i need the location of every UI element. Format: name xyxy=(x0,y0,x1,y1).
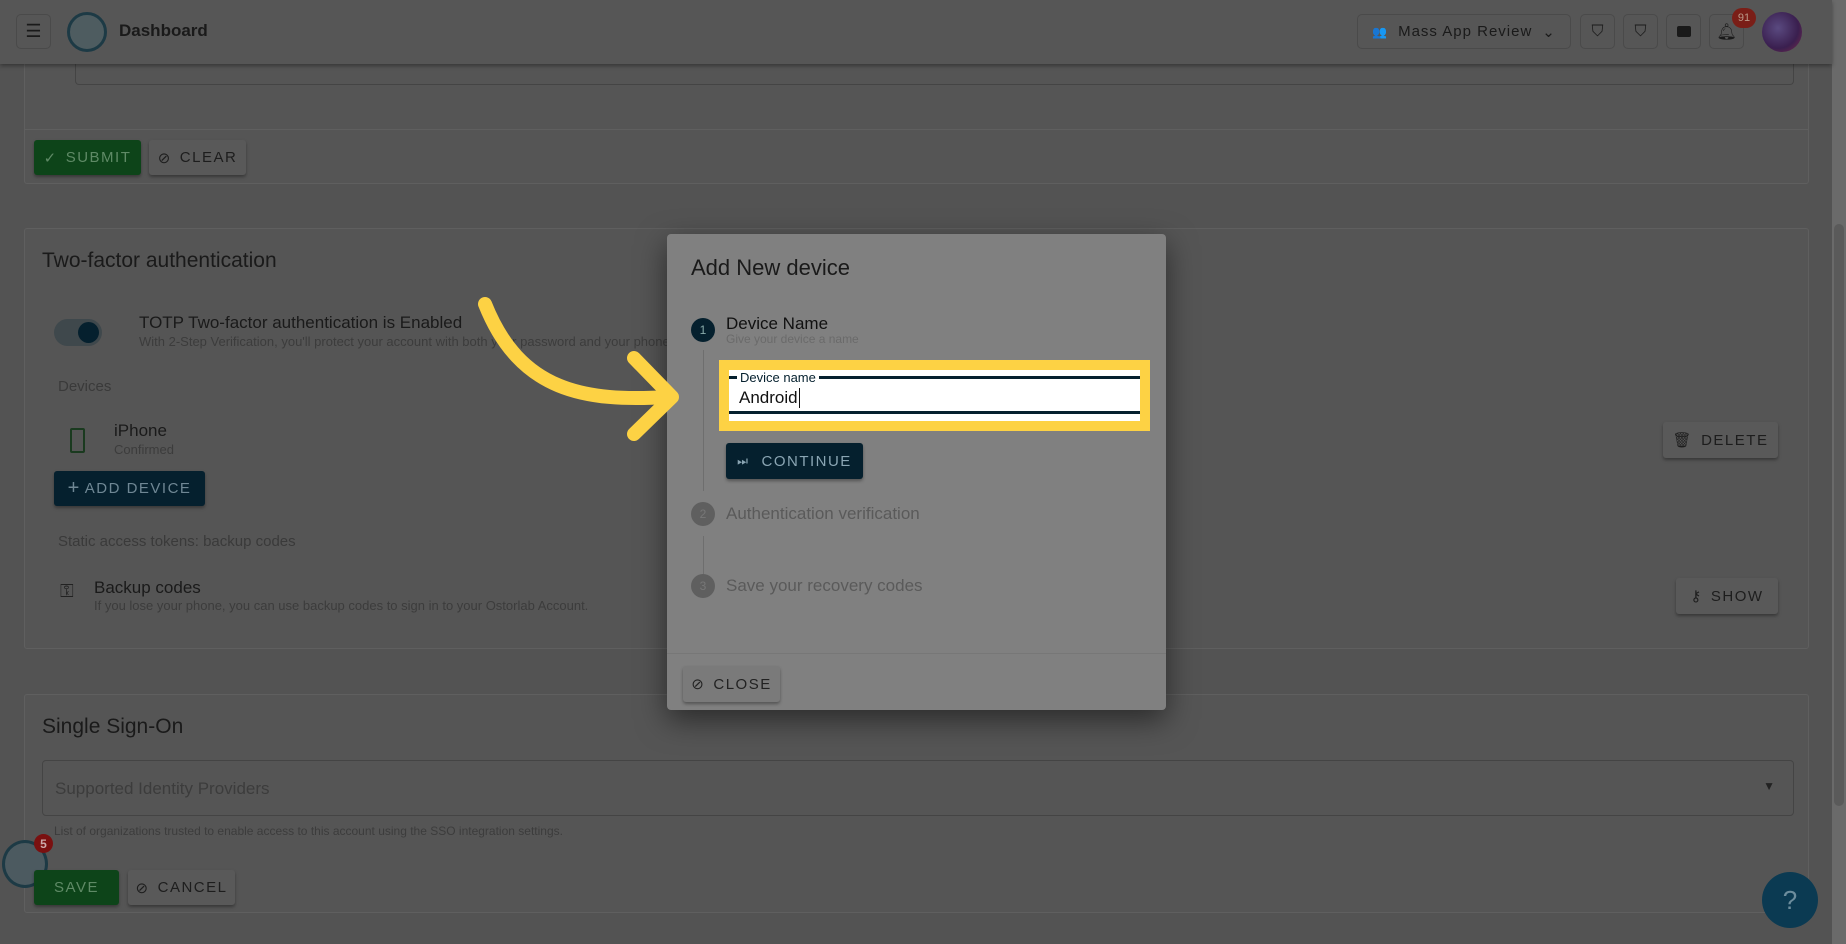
device-status: Confirmed xyxy=(114,442,174,457)
add-device-dialog: Add New device 1 Device Name Give your d… xyxy=(667,234,1166,710)
step-2-indicator: 2 xyxy=(691,502,715,526)
totp-title: TOTP Two-factor authentication is Enable… xyxy=(139,313,463,332)
backup-codes-subtitle: If you lose your phone, you can use back… xyxy=(94,598,589,613)
continue-button[interactable]: ⏭︎ CONTINUE xyxy=(726,443,863,479)
top-app-bar: ☰ Dashboard 👥 Mass App Review ⌄ ⛉ ⛉ 🔔︎ 9… xyxy=(0,0,1832,64)
delete-label: DELETE xyxy=(1701,431,1769,449)
codes-icon: ⚷ xyxy=(1690,588,1703,605)
ticket-icon xyxy=(1676,26,1691,37)
block-icon: ⊘ xyxy=(691,676,706,693)
page-title: Dashboard xyxy=(119,21,208,40)
close-label: CLOSE xyxy=(713,675,772,693)
scrollbar-thumb[interactable] xyxy=(1834,224,1844,806)
show-label: SHOW xyxy=(1710,587,1764,605)
key-icon: ⚿ xyxy=(60,581,74,601)
save-button[interactable]: SAVE xyxy=(34,870,119,905)
page-scrollbar[interactable] xyxy=(1832,0,1846,944)
identity-providers-select[interactable]: Supported Identity Providers ▼ xyxy=(42,760,1794,816)
group-icon: 👥 xyxy=(1372,24,1389,39)
submit-button[interactable]: ✓ SUBMIT xyxy=(34,140,141,175)
sso-helper-text: List of organizations trusted to enable … xyxy=(54,824,563,838)
trash-icon: 🗑︎ xyxy=(1672,432,1694,449)
two-factor-title: Two-factor authentication xyxy=(42,249,277,272)
cancel-label: CANCEL xyxy=(157,879,228,896)
select-placeholder: Supported Identity Providers xyxy=(55,779,270,798)
help-button[interactable]: ? xyxy=(1762,872,1818,928)
submit-label: SUBMIT xyxy=(65,149,132,166)
delete-device-button[interactable]: 🗑︎ DELETE xyxy=(1663,422,1778,458)
step-1-indicator: 1 xyxy=(691,318,715,342)
menu-button[interactable]: ☰ xyxy=(16,14,51,49)
check-icon: ✓ xyxy=(43,149,58,167)
hamburger-icon: ☰ xyxy=(25,21,42,41)
continue-label: CONTINUE xyxy=(761,452,852,470)
step-connector xyxy=(703,536,704,574)
team-name: Mass App Review xyxy=(1398,23,1533,40)
block-icon: ⊘ xyxy=(135,879,150,897)
show-backup-codes-button[interactable]: ⚷ SHOW xyxy=(1676,578,1778,614)
highlight-frame: Device name Android xyxy=(719,360,1150,431)
add-shield-button[interactable]: ⛉ xyxy=(1580,14,1615,49)
totp-toggle[interactable] xyxy=(54,319,102,346)
dropdown-arrow-icon: ▼ xyxy=(1763,779,1775,793)
step-3-indicator: 3 xyxy=(691,574,715,598)
team-select[interactable]: 👥 Mass App Review ⌄ xyxy=(1357,14,1571,49)
backup-codes-title: Backup codes xyxy=(94,578,201,597)
add-device-label: ADD DEVICE xyxy=(84,480,192,497)
sso-card: Single Sign-On Supported Identity Provid… xyxy=(24,694,1809,913)
dialog-title: Add New device xyxy=(691,255,850,280)
dialog-divider xyxy=(667,653,1166,654)
step-1-label: Device Name xyxy=(726,314,829,333)
close-button[interactable]: ⊘ CLOSE xyxy=(683,666,780,702)
step-2-label: Authentication verification xyxy=(726,504,920,523)
sso-title: Single Sign-On xyxy=(42,715,184,738)
device-name: iPhone xyxy=(114,421,167,440)
step-3-label: Save your recovery codes xyxy=(726,576,923,595)
cancel-button[interactable]: ⊘ CANCEL xyxy=(128,870,235,905)
tickets-button[interactable] xyxy=(1666,14,1701,49)
security-button[interactable]: ⛉ xyxy=(1623,14,1658,49)
totp-subtitle: With 2-Step Verification, you'll protect… xyxy=(139,334,670,349)
clear-button[interactable]: ⊘ CLEAR xyxy=(149,140,246,175)
notification-badge: 91 xyxy=(1732,8,1756,28)
user-avatar[interactable] xyxy=(1762,12,1802,52)
step-connector xyxy=(703,350,704,491)
device-name-label: Device name xyxy=(737,370,819,385)
save-label: SAVE xyxy=(54,879,99,896)
plus-icon: + xyxy=(67,477,81,499)
shield-plus-icon: ⛉ xyxy=(1591,22,1604,40)
phone-key-icon xyxy=(70,428,85,453)
add-device-button[interactable]: + ADD DEVICE xyxy=(54,471,205,506)
device-name-value: Android xyxy=(739,388,800,408)
divider xyxy=(25,129,1808,130)
static-tokens-label: Static access tokens: backup codes xyxy=(58,533,296,550)
chevron-down-icon: ⌄ xyxy=(1542,23,1556,41)
device-name-field[interactable]: Device name Android xyxy=(729,370,1140,421)
skip-next-icon: ⏭︎ xyxy=(737,453,750,468)
clear-label: CLEAR xyxy=(179,149,238,166)
devices-label: Devices xyxy=(58,378,112,395)
app-logo[interactable] xyxy=(67,12,107,52)
toggle-knob xyxy=(78,322,99,343)
shield-icon: ⛉ xyxy=(1634,22,1647,40)
assistant-badge: 5 xyxy=(34,834,53,853)
block-icon: ⊘ xyxy=(157,149,172,167)
step-1-sublabel: Give your device a name xyxy=(726,332,859,346)
